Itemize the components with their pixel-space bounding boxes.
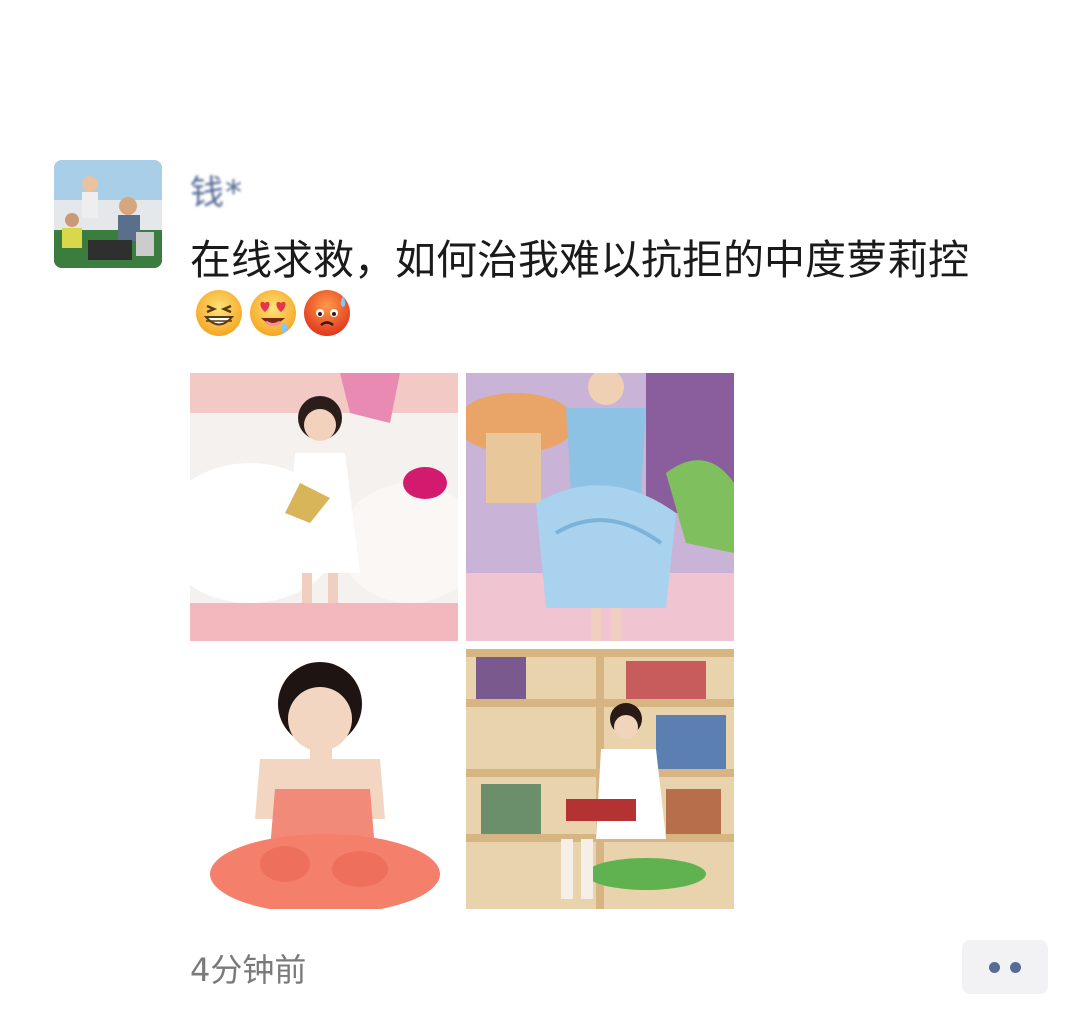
more-dots-icon — [1010, 961, 1021, 973]
timestamp: 4分钟前 — [190, 951, 307, 989]
grinning-squint-emoji-icon — [194, 288, 244, 338]
author-name[interactable]: 钱* — [190, 165, 243, 213]
photo-girl-blue-gown[interactable] — [466, 373, 734, 641]
sweat-frown-emoji-icon — [302, 288, 352, 338]
moments-post: 钱* 在线求救，如何治我难以抗拒的中度萝莉控 4分钟前 — [0, 0, 1080, 1029]
photo-girl-pink-dress[interactable] — [190, 649, 458, 909]
heart-eyes-drool-emoji-icon — [248, 288, 298, 338]
avatar-photo — [54, 160, 162, 268]
emoji-row — [194, 288, 352, 338]
photo-girl-reading-library[interactable] — [466, 649, 734, 909]
more-button[interactable] — [962, 940, 1048, 994]
post-text: 在线求救，如何治我难以抗拒的中度萝莉控 — [190, 232, 1040, 344]
photo-grid — [190, 373, 734, 909]
avatar[interactable] — [54, 160, 162, 268]
post-text-content: 在线求救，如何治我难以抗拒的中度萝莉控 — [190, 236, 969, 284]
more-dots-icon — [989, 961, 1000, 973]
photo-girl-white-dress[interactable] — [190, 373, 458, 641]
